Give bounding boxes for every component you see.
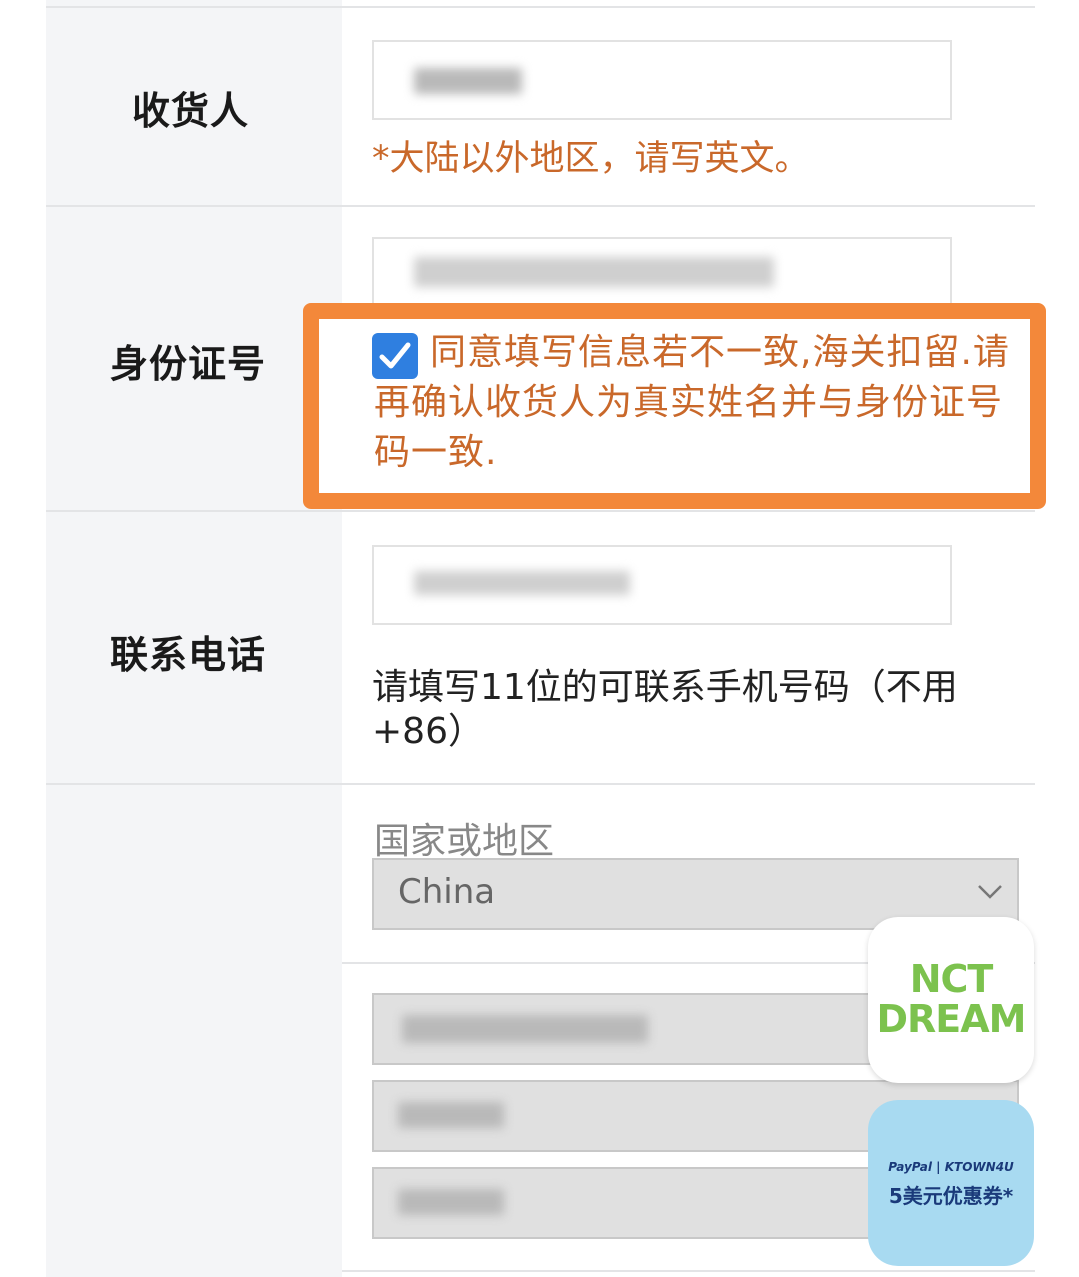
redacted-id-number [414,257,774,287]
row-divider [46,783,1035,785]
id-number-label: 身份证号 [110,342,267,386]
paypal-logo-text: PayPal | KTOWN4U [888,1160,1014,1174]
redacted-city [398,1102,504,1128]
phone-input[interactable] [372,545,952,625]
redacted-phone [414,571,630,595]
recipient-label: 收货人 [132,89,250,133]
nct-text: NCT [909,957,994,1001]
coupon-text: 5美元优惠券* [888,1184,1014,1208]
row-divider [46,6,1035,8]
redacted-name [414,68,522,94]
consent-text: 同意填写信息若不一致,海关扣留.请再确认收货人为真实姓名并与身份证号码一致. [374,332,1010,473]
row-divider [46,205,1035,207]
country-label: 国家或地区 [374,821,555,862]
recipient-note: *大陆以外地区，请写英文。 [372,139,810,179]
dream-text: DREAM [876,997,1027,1041]
recipient-input[interactable] [372,40,952,120]
phone-label: 联系电话 [110,633,267,677]
country-select-value: China [398,872,496,912]
row-divider [342,1270,1035,1272]
chevron-down-icon [978,885,1002,899]
row-divider [46,510,1035,512]
nct-dream-badge[interactable]: NCT DREAM [868,917,1034,1083]
phone-help-text: 请填写11位的可联系手机号码（不用+86） [372,667,958,752]
paypal-coupon-badge[interactable]: PayPal | KTOWN4U 5美元优惠券* [868,1100,1034,1266]
redacted-address [402,1015,648,1043]
redacted-district [398,1189,504,1215]
